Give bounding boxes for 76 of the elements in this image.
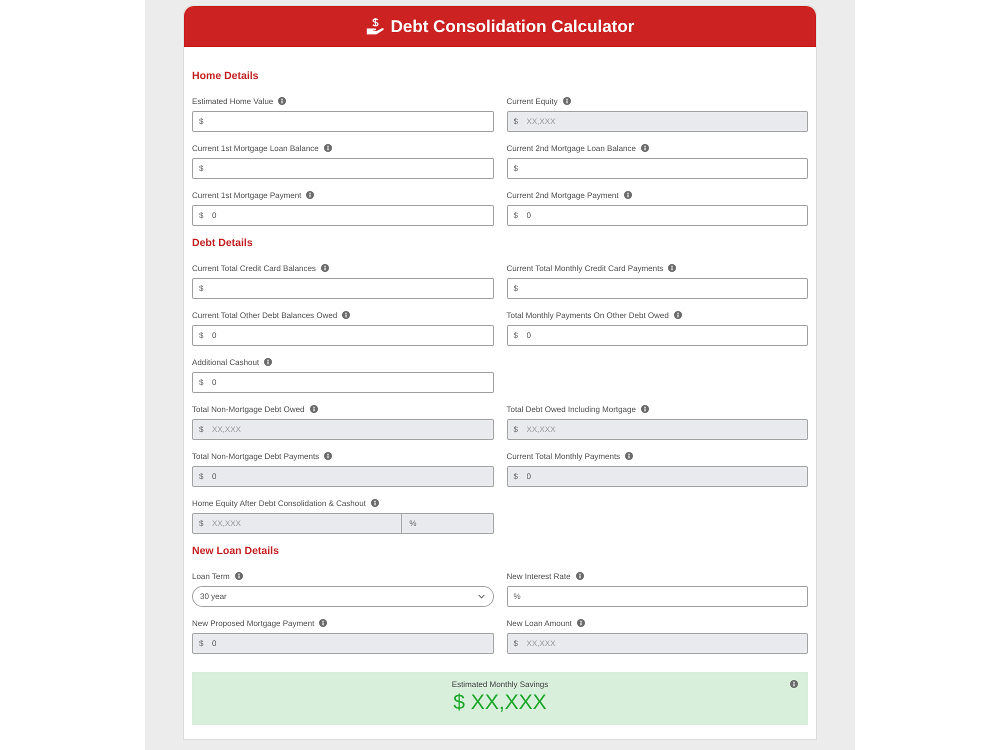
info-icon[interactable] [319,619,328,627]
unit-prefix: $ [199,638,204,650]
section-heading: New Loan Details [192,544,280,558]
field-label: Current 1st Mortgage Loan Balance [192,144,319,152]
info-icon[interactable] [674,311,682,319]
field-label: Current 1st Mortgage Payment [192,190,302,200]
caret-icon [478,594,484,599]
section-heading: Debt Details [192,236,254,250]
field-label: Current Total Other Debt Balances Owed [192,310,338,320]
info-icon[interactable] [790,680,798,688]
text-field[interactable] [192,111,494,132]
section-heading: Home Details [192,69,260,83]
info-icon[interactable] [562,97,571,105]
info-icon[interactable] [625,452,634,460]
unit-prefix: % [409,518,416,530]
text-field[interactable] [506,278,808,299]
info-icon[interactable] [370,499,379,507]
text-field[interactable] [192,158,494,179]
text-field[interactable] [506,158,808,179]
unit-prefix: $ [199,518,204,530]
hand-dollar-icon [366,17,385,36]
field-label: Total Non-Mortgage Debt Payments [192,452,320,460]
unit-prefix: $ [514,116,518,128]
field-label: Home Equity After Debt Consolidation & Cashout [192,498,366,508]
unit-prefix: $ [199,424,204,436]
loan-term-select[interactable]: 30 year [192,586,494,607]
field-label: Estimated Home Value [192,96,274,106]
unit-prefix: $ [514,283,518,295]
savings-value: $ XX,XXX [453,690,547,716]
field-label: Total Debt Owed Including Mortgage [506,404,636,414]
info-icon[interactable] [342,311,350,319]
info-icon[interactable] [324,144,332,152]
unit-prefix: $ [199,377,204,389]
unit-prefix: $ [514,471,518,483]
calculator-title: Debt Consolidation Calculator [390,16,634,36]
info-icon[interactable] [324,452,332,460]
unit-prefix: $ [199,210,204,222]
field-label: Total Monthly Payments On Other Debt Owed [506,310,669,320]
unit-prefix: $ [199,471,204,483]
unit-prefix: $ [199,116,204,128]
unit-prefix: $ [514,638,518,650]
info-icon[interactable] [576,572,584,580]
field-label: Total Non-Mortgage Debt Owed [192,404,304,414]
field-label: Current 2nd Mortgage Loan Balance [506,144,636,152]
field-label: Current Total Credit Card Balances [192,264,316,272]
info-icon[interactable] [640,144,649,152]
info-icon[interactable] [234,572,243,580]
unit-prefix: $ [514,210,518,222]
unit-prefix: $ [199,163,204,175]
unit-prefix: $ [514,163,518,175]
field-label: Current Total Monthly Payments [506,452,620,460]
info-icon[interactable] [576,619,585,627]
text-field[interactable] [506,586,808,607]
unit-prefix: $ [199,330,204,342]
info-icon[interactable] [668,264,676,272]
savings-label: Estimated Monthly Savings [452,680,548,688]
unit-prefix: $ [514,330,518,342]
info-icon[interactable] [278,97,286,105]
field-label: Additional Cashout [192,358,260,366]
field-label: Current 2nd Mortgage Payment [506,190,619,200]
field-label: New Loan Amount [506,618,572,628]
unit-prefix: $ [199,283,204,295]
unit-prefix: $ [514,424,518,436]
info-icon[interactable] [306,191,314,199]
field-label: New Proposed Mortgage Payment [192,618,314,628]
info-icon[interactable] [264,358,272,366]
field-label: New Interest Rate [506,572,571,580]
info-icon[interactable] [624,191,632,199]
field-label: Current Equity [506,96,558,106]
text-field[interactable] [192,278,494,299]
info-icon[interactable] [640,405,649,413]
info-icon[interactable] [310,405,318,413]
info-icon[interactable] [320,264,329,272]
field-label: Loan Term [192,572,230,580]
unit-prefix: % [514,591,521,603]
field-label: Current Total Monthly Credit Card Payments [506,264,664,272]
